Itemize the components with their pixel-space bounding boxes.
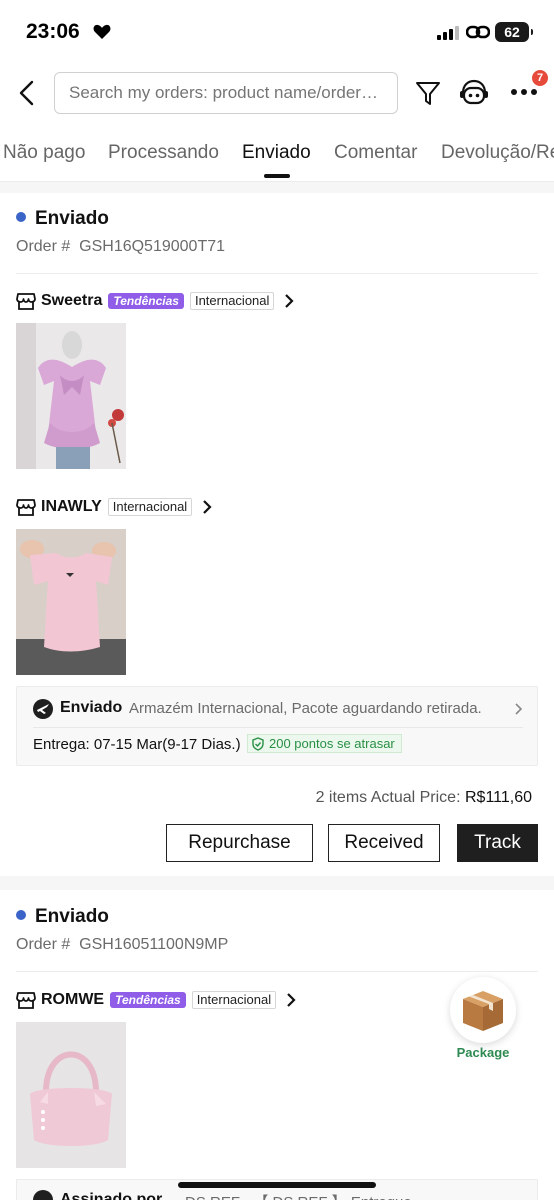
order-status: Enviado	[16, 906, 109, 928]
chevron-right-icon	[287, 993, 296, 1007]
trend-badge: Tendências	[110, 992, 186, 1008]
order-price-summary: 2 items Actual Price: R$111,60	[316, 789, 532, 807]
battery-indicator: 62	[495, 22, 533, 42]
international-tag: Internacional	[107, 498, 193, 516]
order-status-label: Enviado	[35, 906, 109, 927]
late-points-badge: 200 pontos se atrasar	[247, 734, 402, 753]
heart-icon	[93, 24, 111, 39]
battery-level: 62	[504, 24, 520, 40]
more-options-icon[interactable]	[510, 88, 538, 96]
order-number-value[interactable]: GSH16051100N9MP	[79, 936, 228, 953]
status-dot	[16, 212, 26, 222]
top-area: 23:06 62 Search my orders: product name/…	[0, 0, 554, 182]
store-icon	[16, 293, 36, 310]
product-top-image	[16, 529, 126, 675]
filter-icon[interactable]	[414, 79, 442, 107]
order-number-label: Order #	[16, 238, 71, 255]
product-image[interactable]	[16, 323, 126, 469]
status-dot	[16, 910, 26, 920]
store-name: ROMWE	[41, 991, 105, 1008]
divider	[16, 971, 538, 972]
trend-badge: Tendências	[108, 293, 184, 309]
shipping-status-title: Assinado por	[60, 1191, 163, 1200]
shipping-status-description: Armazém Internacional, Pacote aguardando…	[129, 700, 482, 717]
shipping-status-title: Enviado	[60, 699, 123, 716]
store-name: INAWLY	[41, 498, 102, 515]
product-image[interactable]	[16, 1022, 126, 1168]
product-blouse-image	[16, 323, 126, 469]
repurchase-button[interactable]: Repurchase	[166, 824, 313, 862]
active-tab-indicator	[264, 174, 290, 178]
home-indicator[interactable]	[178, 1182, 376, 1188]
chevron-right-icon	[203, 500, 212, 514]
items-count-label: 2 items Actual Price:	[315, 789, 461, 806]
store-icon	[16, 499, 36, 516]
store-icon	[16, 992, 36, 1009]
status-time: 23:06	[26, 20, 80, 43]
divider	[33, 727, 523, 728]
package-label: Package	[456, 1045, 510, 1060]
tab-comentar[interactable]: Comentar	[334, 142, 417, 164]
order-total-price: R$111,60	[464, 789, 532, 806]
cellular-signal-icon	[437, 26, 459, 40]
product-image[interactable]	[16, 529, 126, 675]
tab-nao-pago[interactable]: Não pago	[3, 142, 85, 164]
store-row-inawly[interactable]: INAWLY Internacional	[16, 495, 212, 519]
divider	[16, 273, 538, 274]
order-card: Enviado Order # GSH16Q519000T71 Sweetra …	[0, 193, 554, 876]
store-row-sweetra[interactable]: Sweetra Tendências Internacional	[16, 289, 294, 313]
product-bag-image	[16, 1022, 126, 1168]
package-circle	[450, 977, 516, 1043]
customer-service-icon[interactable]	[458, 78, 490, 108]
airplane-icon	[33, 699, 53, 719]
chevron-right-icon	[515, 703, 523, 715]
order-status-tabs: Não pago Processando Enviado Comentar De…	[0, 122, 554, 182]
search-orders-input[interactable]	[54, 72, 398, 114]
international-tag: Internacional	[189, 292, 275, 310]
more-notification-badge: 7	[532, 70, 548, 86]
orders-header: 7	[0, 66, 554, 122]
order-status: Enviado	[16, 208, 109, 230]
back-arrow-icon[interactable]	[16, 80, 38, 106]
track-button[interactable]: Track	[457, 824, 538, 862]
international-tag: Internacional	[191, 991, 277, 1009]
airplane-icon	[33, 1190, 53, 1200]
status-bar: 23:06 62	[0, 0, 554, 66]
received-button[interactable]: Received	[328, 824, 440, 862]
order-number-label: Order #	[16, 936, 71, 953]
package-box-icon	[463, 991, 503, 1031]
order-number: Order # GSH16Q519000T71	[16, 238, 225, 256]
shipping-status-box[interactable]: Enviado Armazém Internacional, Pacote ag…	[16, 686, 538, 766]
tab-devolucao[interactable]: Devolução/Re	[441, 142, 554, 164]
order-number-value[interactable]: GSH16Q519000T71	[79, 238, 225, 255]
order-status-label: Enviado	[35, 208, 109, 229]
shield-check-icon	[252, 736, 264, 751]
shipping-status-description: DS REF - 【 DS REF 】 Entregue	[185, 1191, 412, 1200]
tab-processando[interactable]: Processando	[108, 142, 219, 164]
chevron-right-icon	[285, 294, 294, 308]
package-widget[interactable]: Package	[446, 977, 520, 1060]
personal-hotspot-icon	[466, 25, 490, 39]
order-number: Order # GSH16051100N9MP	[16, 936, 228, 954]
tab-enviado[interactable]: Enviado	[242, 142, 311, 164]
late-points-label: 200 pontos se atrasar	[269, 736, 395, 751]
delivery-estimate: Entrega: 07-15 Mar(9-17 Dias.)	[33, 736, 241, 753]
store-row-romwe[interactable]: ROMWE Tendências Internacional	[16, 988, 296, 1012]
store-name: Sweetra	[41, 292, 103, 309]
